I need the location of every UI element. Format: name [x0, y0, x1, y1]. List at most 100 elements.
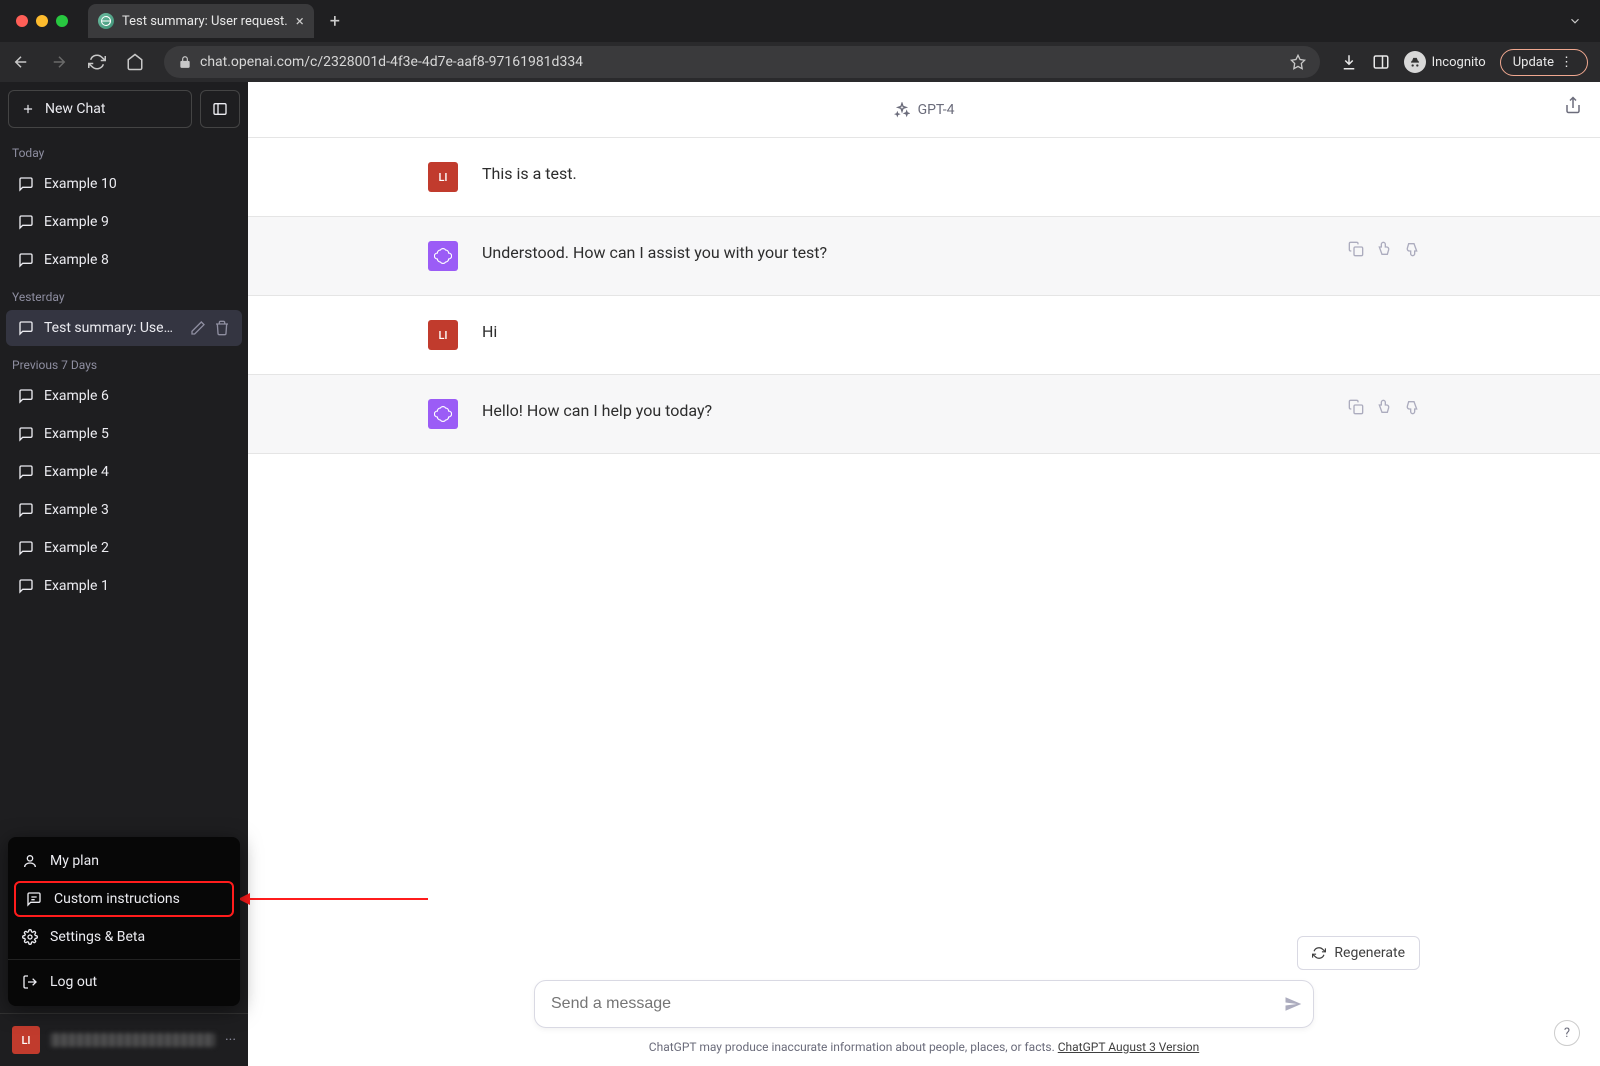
copy-icon[interactable]: [1348, 241, 1364, 271]
collapse-sidebar-button[interactable]: [200, 90, 240, 128]
site-favicon-icon: [98, 13, 114, 29]
new-tab-button[interactable]: +: [322, 7, 348, 36]
reload-button[interactable]: [88, 53, 116, 71]
sidepanel-icon[interactable]: [1372, 53, 1390, 71]
thumbs-up-icon[interactable]: [1376, 241, 1392, 271]
conversation-title: Example 6: [44, 388, 109, 404]
my-plan-label: My plan: [50, 853, 99, 869]
profile-avatar: LI: [12, 1026, 40, 1054]
sidebar-group-label: Today: [0, 136, 248, 164]
close-window-icon[interactable]: [16, 15, 28, 27]
chat-bubble-icon: [18, 540, 34, 556]
annotation-arrow: [248, 898, 428, 900]
conversation-title: Example 8: [44, 252, 109, 268]
conversation-title: Example 5: [44, 426, 109, 442]
sidebar-profile-row[interactable]: LI ···: [0, 1013, 248, 1066]
logout-icon: [22, 974, 38, 990]
send-button[interactable]: [1284, 995, 1302, 1013]
forward-button[interactable]: [50, 53, 78, 71]
sidebar-group-label: Yesterday: [0, 280, 248, 308]
chat-bubble-icon: [18, 464, 34, 480]
close-tab-icon[interactable]: ×: [296, 12, 304, 30]
new-chat-label: New Chat: [45, 101, 105, 117]
sidebar-conversation-item[interactable]: Example 3: [6, 492, 242, 528]
custom-instructions-menu-item[interactable]: Custom instructions: [14, 881, 234, 917]
tab-title: Test summary: User request.: [122, 14, 288, 29]
update-label: Update: [1513, 55, 1554, 70]
more-options-icon[interactable]: ···: [225, 1032, 236, 1048]
sidebar-conversation-item[interactable]: Example 8: [6, 242, 242, 278]
thumbs-up-icon[interactable]: [1376, 399, 1392, 429]
sidebar: New Chat Today Example 10 Example 9 Example…: [0, 82, 248, 1066]
sidebar-conversation-item[interactable]: Example 9: [6, 204, 242, 240]
custom-instructions-label: Custom instructions: [54, 891, 180, 907]
sidebar-conversation-item[interactable]: Example 2: [6, 530, 242, 566]
minimize-window-icon[interactable]: [36, 15, 48, 27]
share-button[interactable]: [1564, 96, 1582, 114]
regenerate-button[interactable]: Regenerate: [1297, 936, 1420, 970]
message-text: Understood. How can I assist you with yo…: [482, 241, 1324, 271]
tab-strip: Test summary: User request. × +: [0, 0, 1600, 42]
maximize-window-icon[interactable]: [56, 15, 68, 27]
download-icon[interactable]: [1340, 53, 1358, 71]
help-button[interactable]: ?: [1554, 1020, 1580, 1046]
thumbs-down-icon[interactable]: [1404, 399, 1420, 429]
conversation-title: Example 4: [44, 464, 109, 480]
chat-bubble-icon: [18, 252, 34, 268]
thumbs-down-icon[interactable]: [1404, 241, 1420, 271]
message-input[interactable]: [534, 980, 1314, 1028]
user-avatar: LI: [428, 162, 458, 192]
url-text: chat.openai.com/c/2328001d-4f3e-4d7e-aaf…: [200, 54, 1282, 70]
sidebar-conversation-item[interactable]: Example 4: [6, 454, 242, 490]
update-button[interactable]: Update ⋮: [1500, 49, 1588, 76]
ai-avatar-icon: [428, 399, 458, 429]
conversation-title: Example 10: [44, 176, 117, 192]
sidebar-conversation-item[interactable]: Test summary: User req: [6, 310, 242, 346]
chat-bubble-icon: [18, 426, 34, 442]
main-pane: GPT-4 LIThis is a test. Understood. How c…: [248, 82, 1600, 1066]
regenerate-label: Regenerate: [1334, 945, 1405, 961]
message-text: Hi: [482, 320, 1420, 350]
logout-menu-item[interactable]: Log out: [8, 964, 240, 1000]
model-header: GPT-4: [248, 82, 1600, 138]
my-plan-menu-item[interactable]: My plan: [8, 843, 240, 879]
new-chat-button[interactable]: New Chat: [8, 90, 192, 128]
url-bar[interactable]: chat.openai.com/c/2328001d-4f3e-4d7e-aaf…: [164, 46, 1320, 78]
sidebar-group-label: Previous 7 Days: [0, 348, 248, 376]
address-bar-row: chat.openai.com/c/2328001d-4f3e-4d7e-aaf…: [0, 42, 1600, 82]
logout-label: Log out: [50, 974, 97, 990]
settings-menu-item[interactable]: Settings & Beta: [8, 919, 240, 955]
message-thread: LIThis is a test. Understood. How can I a…: [248, 138, 1600, 936]
sidebar-conversation-item[interactable]: Example 1: [6, 568, 242, 604]
incognito-icon: [1404, 51, 1426, 73]
menu-dots-icon: ⋮: [1560, 55, 1575, 70]
user-circle-icon: [22, 853, 38, 869]
version-link[interactable]: ChatGPT August 3 Version: [1058, 1040, 1199, 1054]
chat-bubble-icon: [18, 502, 34, 518]
disclaimer-text: ChatGPT may produce inaccurate informati…: [649, 1040, 1058, 1054]
sparkle-icon: [894, 102, 910, 118]
trash-icon[interactable]: [214, 320, 230, 336]
plus-icon: [21, 102, 35, 116]
tabs-dropdown-icon[interactable]: [1558, 14, 1592, 28]
window-controls: [16, 15, 68, 27]
copy-icon[interactable]: [1348, 399, 1364, 429]
chat-bubble-icon: [18, 578, 34, 594]
chat-bubble-icon: [18, 214, 34, 230]
back-button[interactable]: [12, 53, 40, 71]
lock-icon: [178, 55, 192, 69]
browser-tab[interactable]: Test summary: User request. ×: [88, 4, 314, 38]
edit-icon[interactable]: [190, 320, 206, 336]
browser-chrome: Test summary: User request. × + chat.ope…: [0, 0, 1600, 82]
message-text: Hello! How can I help you today?: [482, 399, 1324, 429]
sidebar-conversation-item[interactable]: Example 6: [6, 378, 242, 414]
gear-icon: [22, 929, 38, 945]
bookmark-icon[interactable]: [1290, 54, 1306, 70]
home-button[interactable]: [126, 53, 154, 71]
disclaimer: ChatGPT may produce inaccurate informati…: [649, 1040, 1199, 1054]
sidebar-conversation-item[interactable]: Example 5: [6, 416, 242, 452]
sidebar-conversation-item[interactable]: Example 10: [6, 166, 242, 202]
instructions-icon: [26, 891, 42, 907]
user-message-row: LIThis is a test.: [248, 138, 1600, 217]
chat-bubble-icon: [18, 176, 34, 192]
